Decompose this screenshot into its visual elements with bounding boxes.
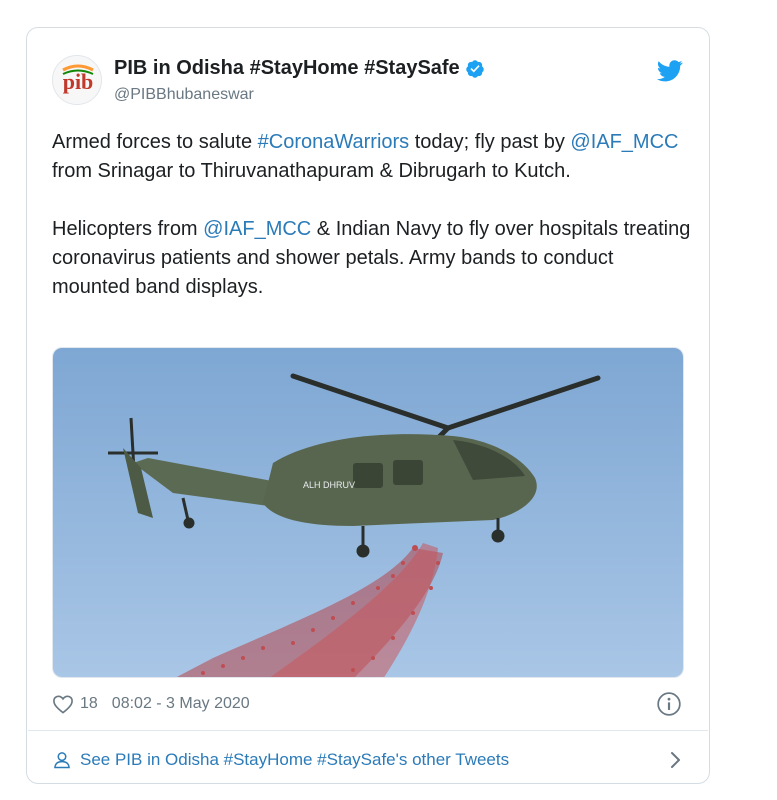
text-segment: from Srinagar to Thiruvanathapuram & Dib… [52,160,571,182]
avatar[interactable]: pib [52,55,102,105]
chevron-right-icon[interactable] [666,750,684,770]
tweet-photo[interactable]: ALH DHRUV [52,347,684,678]
helicopter-photo: ALH DHRUV [53,348,683,677]
twitter-bird-icon[interactable] [657,60,683,82]
timestamp[interactable]: 08:02 - 3 May 2020 [112,695,250,713]
text-segment: today; fly past by [409,131,571,153]
tweet-paragraph-1: Armed forces to salute #CoronaWarriors t… [52,128,692,186]
see-other-tweets-link[interactable]: See PIB in Odisha #StayHome #StaySafe's … [52,746,684,774]
tweet-paragraph-2: Helicopters from @IAF_MCC & Indian Navy … [52,215,692,302]
user-handle[interactable]: @PIBBhubaneswar [114,86,254,104]
heart-icon[interactable] [52,694,74,714]
footer-divider [28,730,708,731]
pib-logo: pib [53,56,101,104]
like-count[interactable]: 18 [80,695,98,713]
text-segment: Armed forces to salute [52,131,258,153]
person-icon [54,752,70,769]
mention-link[interactable]: @IAF_MCC [203,218,311,240]
aircraft-marking: ALH DHRUV [303,480,355,490]
hashtag-link[interactable]: #CoronaWarriors [258,131,410,153]
mention-link[interactable]: @IAF_MCC [570,131,678,153]
see-other-tweets-label: See PIB in Odisha #StayHome #StaySafe's … [80,750,510,769]
tweet-meta: 18 08:02 - 3 May 2020 [52,691,250,717]
info-icon[interactable] [656,691,682,717]
display-name[interactable]: PIB in Odisha #StayHome #StaySafe [114,57,485,80]
tweet-card: pib PIB in Odisha #StayHome #StaySafe @P… [26,27,710,784]
text-segment: Helicopters from [52,218,204,240]
display-name-text: PIB in Odisha #StayHome #StaySafe [114,57,460,79]
tweet-text: Armed forces to salute #CoronaWarriors t… [52,128,692,302]
verified-badge-icon [465,59,484,78]
